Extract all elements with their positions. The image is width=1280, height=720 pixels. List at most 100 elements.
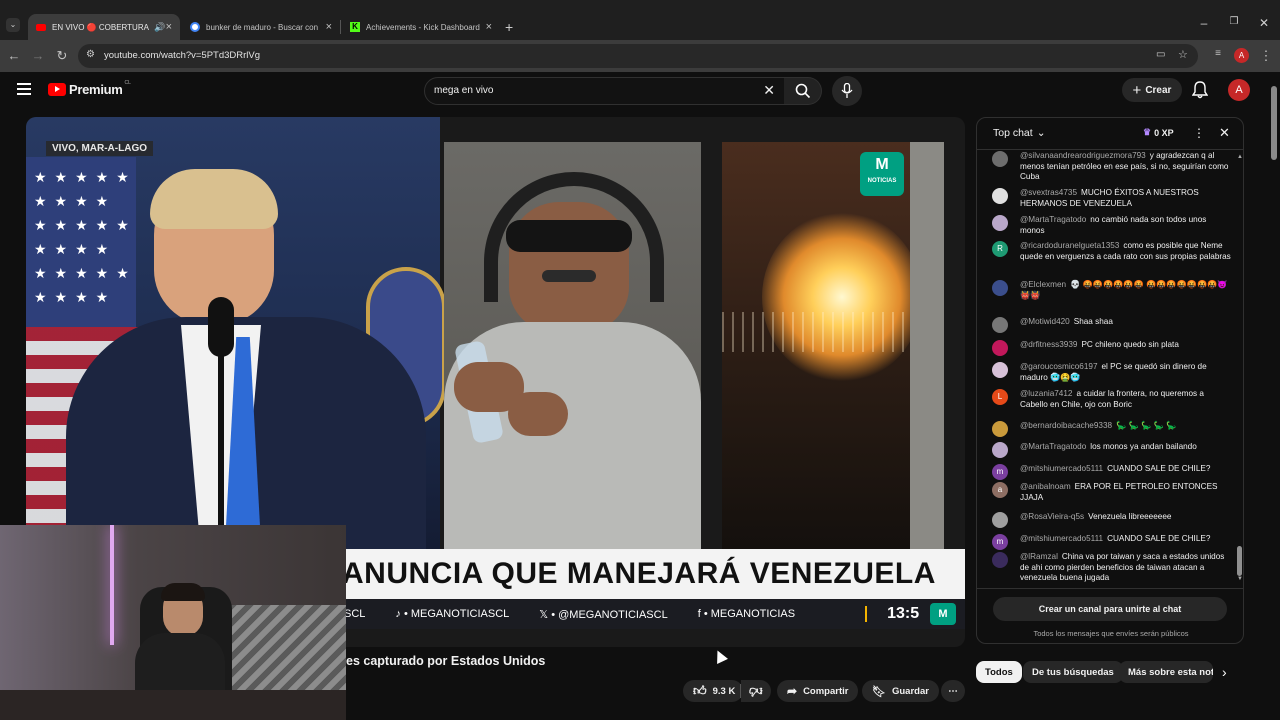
clear-search-icon[interactable]: ✕	[763, 82, 775, 99]
reload-icon[interactable]: ↻	[54, 48, 70, 64]
chat-author[interactable]: @MartaTragatodo	[1020, 442, 1086, 451]
create-button[interactable]: + Crear	[1122, 78, 1182, 102]
streamer-hair	[161, 583, 205, 601]
close-tab-icon[interactable]: ×	[486, 21, 492, 33]
create-channel-button[interactable]: Crear un canal para unirte al chat	[993, 597, 1227, 621]
tab-list-icon[interactable]: ⌄	[6, 18, 20, 32]
chat-author[interactable]: @drfitness3939	[1020, 340, 1077, 349]
save-button[interactable]: 🔖︎ Guardar	[862, 680, 939, 702]
mustache	[542, 270, 596, 282]
chat-author[interactable]: @anibalnoam	[1020, 482, 1071, 491]
tab-kick-dashboard[interactable]: K Achievements - Kick Dashboard ×	[342, 14, 500, 40]
chat-avatar[interactable]	[992, 151, 1008, 167]
dislike-button[interactable]: 👍︎	[741, 680, 771, 702]
chat-avatar[interactable]: L	[992, 389, 1008, 405]
chat-close-icon[interactable]: ✕	[1219, 125, 1230, 141]
search-input[interactable]: mega en vivo ✕	[424, 77, 786, 105]
restore-icon[interactable]: ❐	[1224, 16, 1244, 27]
share-label: Compartir	[803, 685, 849, 697]
scroll-down-icon[interactable]: ▼	[1237, 576, 1243, 582]
youtube-logo[interactable]: Premium CL	[48, 80, 131, 97]
chat-text: 🦕 🦕 🦕 🦕 🦕	[1116, 421, 1177, 430]
ticker-time: 13:5	[887, 605, 920, 622]
voice-search-button[interactable]	[832, 76, 862, 106]
chat-avatar[interactable]: m	[992, 534, 1008, 550]
chat-mode-dropdown[interactable]: Top chat ⌄	[993, 127, 1046, 139]
tab-label: Achievements - Kick Dashboard	[366, 22, 480, 32]
scroll-up-icon[interactable]: ▲	[1237, 154, 1243, 160]
chat-avatar[interactable]	[992, 512, 1008, 528]
chat-avatar[interactable]: m	[992, 464, 1008, 480]
chat-message: @Motiwid420 Shaa shaa	[992, 317, 1232, 333]
xp-icon: ♛	[1143, 127, 1152, 137]
minimize-icon[interactable]: –	[1194, 16, 1214, 30]
account-avatar[interactable]: A	[1228, 79, 1250, 101]
chat-author[interactable]: @mitshiumercado5111	[1020, 464, 1103, 473]
chat-avatar[interactable]: a	[992, 482, 1008, 498]
chat-avatar[interactable]	[992, 340, 1008, 356]
close-tab-icon[interactable]: ×	[166, 21, 172, 33]
chat-avatar[interactable]	[992, 188, 1008, 204]
forward-icon[interactable]: →	[30, 48, 46, 63]
chat-avatar[interactable]	[992, 421, 1008, 437]
chat-author[interactable]: @MartaTragatodo	[1020, 215, 1086, 224]
chat-author[interactable]: @Motiwid420	[1020, 317, 1070, 326]
search-button[interactable]	[784, 77, 822, 105]
chat-message: @drfitness3939 PC chileno quedo sin plata	[992, 340, 1232, 356]
media-controls-icon[interactable]: ≡	[1210, 48, 1226, 59]
like-button[interactable]: 👍︎ 9.3 K	[683, 680, 744, 702]
chat-author[interactable]: @mitshiumercado5111	[1020, 534, 1103, 543]
url-text[interactable]: youtube.com/watch?v=5PTd3DRrlVg	[104, 50, 260, 61]
install-app-icon[interactable]: ▭	[1156, 49, 1165, 60]
profile-avatar[interactable]: A	[1234, 48, 1249, 63]
tab-google-search[interactable]: bunker de maduro - Buscar con ×	[182, 14, 340, 40]
chat-scrollbar[interactable]: ▲ ▼	[1237, 154, 1243, 584]
window-close-icon[interactable]: ✕	[1254, 16, 1274, 30]
back-icon[interactable]: ←	[6, 48, 22, 63]
audio-icon[interactable]: 🔊	[154, 22, 165, 33]
chat-author[interactable]: @silvanaandrearodriguezmora793	[1020, 151, 1146, 160]
notifications-bell-icon[interactable]	[1191, 81, 1209, 104]
share-button[interactable]: ➦ Compartir	[777, 680, 859, 702]
channel-watermark-icon: M	[930, 603, 956, 625]
youtube-tab-icon	[36, 23, 46, 31]
tab-youtube-live[interactable]: EN VIVO 🔴 COBERTURA E 🔊 ×	[28, 14, 180, 40]
new-tab-button[interactable]: +	[505, 19, 513, 35]
chat-author[interactable]: @ricardoduranelgueta1353	[1020, 241, 1119, 250]
chat-author[interactable]: @svextras4735	[1020, 188, 1077, 197]
search-query[interactable]: mega en vivo	[434, 85, 493, 96]
chat-avatar[interactable]	[992, 362, 1008, 378]
chip-from-searches[interactable]: De tus búsquedas	[1023, 661, 1123, 683]
chat-author[interactable]: @RosaVieira-q5s	[1020, 512, 1084, 521]
chip-todos[interactable]: Todos	[976, 661, 1022, 683]
chat-avatar[interactable]: R	[992, 241, 1008, 257]
chat-avatar[interactable]	[992, 442, 1008, 458]
page-scroll-thumb[interactable]	[1271, 86, 1277, 160]
hamburger-menu-icon[interactable]	[17, 83, 31, 95]
chat-avatar[interactable]	[992, 280, 1008, 296]
chat-author[interactable]: @garoucosmico6197	[1020, 362, 1098, 371]
xp-badge[interactable]: ♛ 0 XP	[1143, 127, 1174, 138]
building-wall	[910, 142, 944, 549]
chat-avatar[interactable]	[992, 215, 1008, 231]
chat-author[interactable]: @luzania7412	[1020, 389, 1072, 398]
chat-message: R @ricardoduranelgueta1353 como es posible…	[992, 241, 1232, 262]
address-bar[interactable]: ⚙ youtube.com/watch?v=5PTd3DRrlVg ▭ ☆	[78, 44, 1198, 68]
browser-menu-icon[interactable]: ⋮	[1258, 48, 1274, 64]
led-strip	[110, 525, 114, 645]
more-actions-button[interactable]: ⋯	[941, 680, 965, 702]
close-tab-icon[interactable]: ×	[326, 21, 332, 33]
chip-more-about-news[interactable]: Más sobre esta not	[1119, 661, 1213, 683]
scroll-thumb[interactable]	[1237, 546, 1242, 576]
site-info-icon[interactable]: ⚙	[86, 49, 95, 60]
chat-more-icon[interactable]: ⋮	[1193, 126, 1205, 140]
chips-next-icon[interactable]: ›	[1222, 664, 1227, 680]
chat-author[interactable]: @Elclexmen	[1020, 280, 1066, 289]
page-scrollbar[interactable]	[1270, 80, 1278, 720]
chat-author[interactable]: @lRamzal	[1020, 552, 1058, 561]
chat-author[interactable]: @bernardoibacache9338	[1020, 421, 1112, 430]
chat-avatar[interactable]	[992, 552, 1008, 568]
chat-message: m @mitshiumercado5111 CUANDO SALE DE CHILE…	[992, 534, 1232, 550]
chat-avatar[interactable]	[992, 317, 1008, 333]
bookmark-star-icon[interactable]: ☆	[1178, 48, 1188, 61]
